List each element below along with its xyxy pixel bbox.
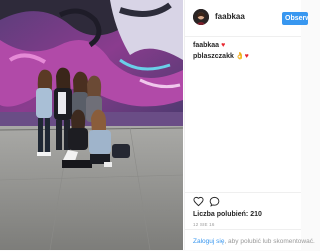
login-prompt: Zaloguj się, aby polubić lub skomentować… bbox=[193, 238, 315, 245]
graffiti-group-photo bbox=[0, 0, 183, 250]
likes-label: Liczba polubień: bbox=[193, 211, 249, 218]
comment-username[interactable]: pblaszczakk bbox=[193, 53, 234, 60]
post-header: faabkaa Obserwuj bbox=[185, 0, 308, 37]
comment-username[interactable]: faabkaa bbox=[193, 42, 219, 49]
post-sidebar: faabkaa Obserwuj faabkaa♥ pblaszczakk👌♥ bbox=[184, 0, 315, 251]
heart-outline-icon[interactable] bbox=[193, 196, 204, 207]
follow-button[interactable]: Obserwuj bbox=[282, 12, 308, 25]
backpack bbox=[112, 144, 130, 158]
comment-item: faabkaa ♥ bbox=[193, 40, 297, 51]
comment-emoji: 👌♥ bbox=[235, 53, 249, 60]
comment-login-bar: Zaloguj się, aby polubić lub skomentować… bbox=[185, 229, 315, 251]
post-photo[interactable] bbox=[0, 0, 183, 250]
comment-item: pblaszczakk 👌♥ bbox=[193, 51, 297, 62]
avatar[interactable] bbox=[193, 9, 209, 25]
comments-list: faabkaa ♥ pblaszczakk 👌♥ bbox=[193, 40, 297, 62]
profile-photo bbox=[193, 9, 209, 25]
login-prompt-rest: , aby polubić lub skomentować. bbox=[224, 238, 315, 245]
post-username[interactable]: faabkaa bbox=[215, 12, 245, 21]
instagram-post: faabkaa Obserwuj faabkaa♥ pblaszczakk👌♥ bbox=[0, 0, 315, 251]
login-link[interactable]: Zaloguj się bbox=[193, 238, 224, 245]
post-actions bbox=[185, 192, 301, 207]
likes-number: 210 bbox=[250, 211, 262, 218]
likes-count[interactable]: Liczba polubień: 210 bbox=[193, 211, 262, 218]
post-date: 12 SIE 16 bbox=[193, 222, 215, 227]
speech-bubble-icon[interactable] bbox=[209, 196, 220, 207]
comment-emoji: ♥ bbox=[221, 42, 226, 49]
